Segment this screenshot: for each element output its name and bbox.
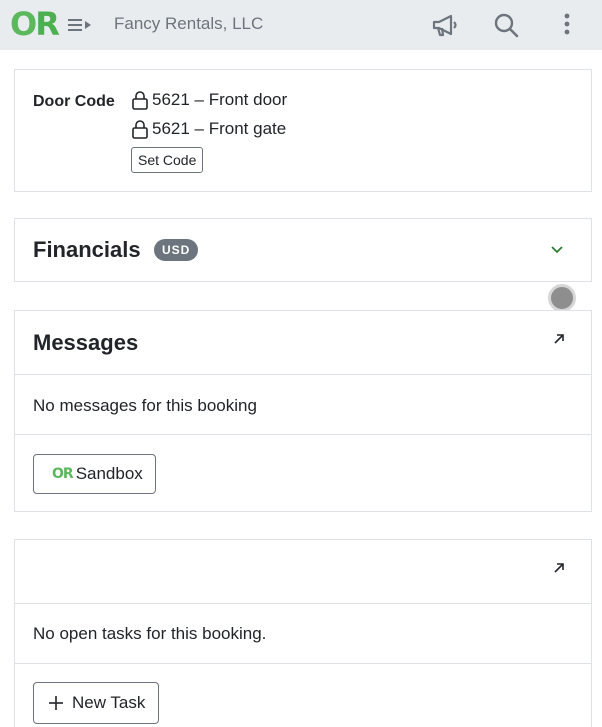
sandbox-label: Sandbox (75, 464, 143, 483)
megaphone-icon[interactable] (430, 10, 460, 40)
chevron-down-icon[interactable] (549, 243, 565, 257)
tasks-header (15, 540, 591, 604)
tasks-card: No open tasks for this booking. New Task (14, 539, 592, 727)
floating-scroll-handle[interactable] (548, 284, 576, 312)
door-code-row: 5621 – Front gate (131, 118, 286, 140)
door-code-text: 5621 – Front gate (152, 119, 287, 138)
app-logo[interactable]: OR (10, 4, 60, 44)
divider (15, 434, 591, 435)
logo-letter-o: O (10, 5, 37, 43)
financials-title: Financials (33, 237, 141, 262)
divider (15, 663, 591, 664)
new-task-label: New Task (72, 693, 146, 712)
tasks-empty-text: No open tasks for this booking. (33, 624, 267, 643)
new-task-button[interactable]: New Task (33, 682, 160, 724)
lock-icon (132, 120, 148, 139)
messages-title: Messages (33, 330, 139, 355)
messages-empty-text: No messages for this booking (33, 396, 257, 415)
more-vertical-icon[interactable] (552, 10, 582, 40)
plus-icon (49, 696, 63, 710)
currency-badge: USD (154, 239, 199, 261)
door-code-card: Door Code 5621 – Front door 5621 – Front… (14, 69, 592, 192)
expand-icon[interactable] (551, 331, 567, 347)
messages-card: Messages No messages for this booking OR… (14, 310, 592, 512)
search-icon[interactable] (491, 10, 521, 40)
lock-icon (132, 91, 148, 110)
menu-icon[interactable] (66, 14, 94, 36)
messages-header: Messages (15, 311, 591, 375)
sandbox-button[interactable]: OR Sandbox (33, 454, 156, 494)
or-logo-icon: OR (52, 466, 74, 482)
company-name: Fancy Rentals, LLC (114, 14, 264, 33)
door-code-text: 5621 – Front door (152, 90, 288, 109)
top-navbar: OR Fancy Rentals, LLC (0, 0, 602, 50)
financials-card[interactable]: Financials USD (14, 218, 592, 282)
door-code-label: Door Code (33, 93, 115, 110)
logo-letter-r: R (35, 5, 60, 43)
expand-icon[interactable] (551, 560, 567, 576)
set-code-button[interactable]: Set Code (131, 147, 204, 173)
door-code-row: 5621 – Front door (131, 89, 287, 111)
